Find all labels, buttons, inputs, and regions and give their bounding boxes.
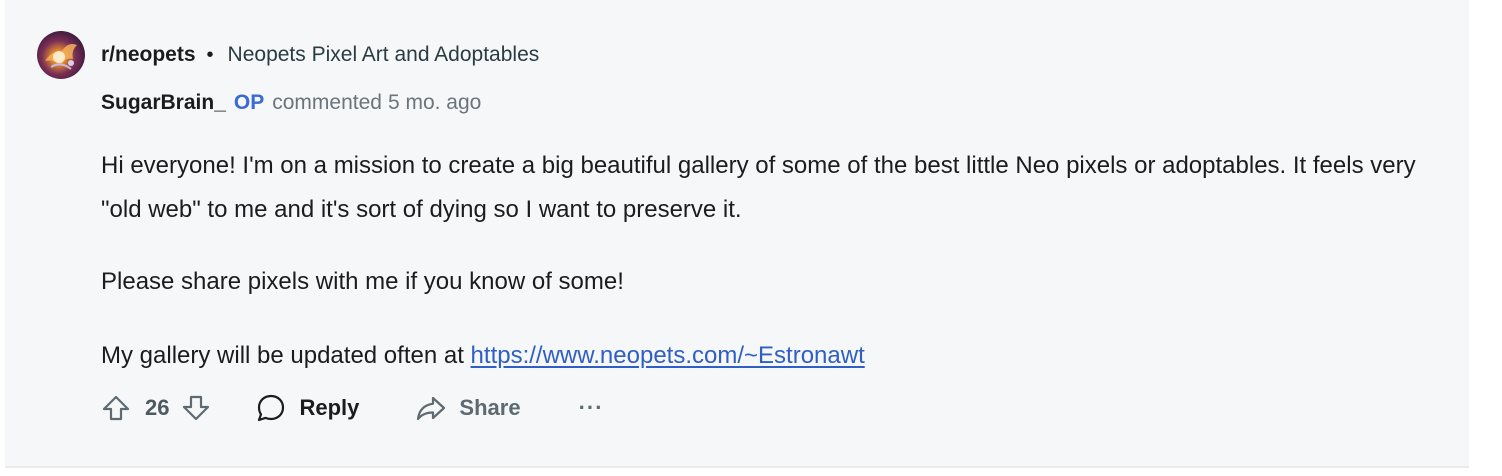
gallery-link[interactable]: https://www.neopets.com/~Estronawt (471, 342, 865, 369)
ellipsis-icon[interactable]: ··· (579, 395, 604, 421)
post-title-link[interactable]: Neopets Pixel Art and Adoptables (228, 43, 540, 67)
reply-button[interactable]: Reply (255, 392, 359, 424)
share-button[interactable]: Share (415, 393, 521, 423)
comment-action-text: commented (272, 91, 382, 114)
comment-action-bar: 26 Reply Share ··· (101, 388, 604, 428)
op-badge: OP (233, 91, 265, 114)
comment-timestamp[interactable]: 5 mo. ago (388, 91, 481, 115)
reply-label: Reply (299, 395, 360, 420)
comment-text: My gallery will be updated often at (101, 342, 471, 369)
share-arrow-icon (415, 393, 447, 423)
arrow-up-outline-icon[interactable] (101, 393, 131, 423)
subreddit-avatar[interactable] (37, 31, 85, 79)
vote-score: 26 (145, 395, 170, 420)
author-link[interactable]: SugarBrain_ (101, 91, 226, 115)
share-label: Share (459, 395, 521, 420)
comment-paragraph: Please share pixels with me if you know … (101, 268, 624, 295)
card-divider (5, 466, 1469, 468)
post-header: r/neopets • Neopets Pixel Art and Adopta… (101, 40, 539, 70)
arrow-down-outline-icon[interactable] (181, 393, 211, 423)
separator-dot: • (206, 43, 214, 66)
comment-paragraph: Hi everyone! I'm on a mission to create … (101, 152, 1416, 223)
comment-paragraph: My gallery will be updated often at http… (101, 334, 1421, 378)
speech-bubble-icon (255, 392, 287, 424)
subreddit-link[interactable]: r/neopets (101, 43, 196, 67)
comment-body: Hi everyone! I'm on a mission to create … (101, 144, 1421, 378)
comment-meta: SugarBrain_ OP commented 5 mo. ago (101, 88, 481, 118)
